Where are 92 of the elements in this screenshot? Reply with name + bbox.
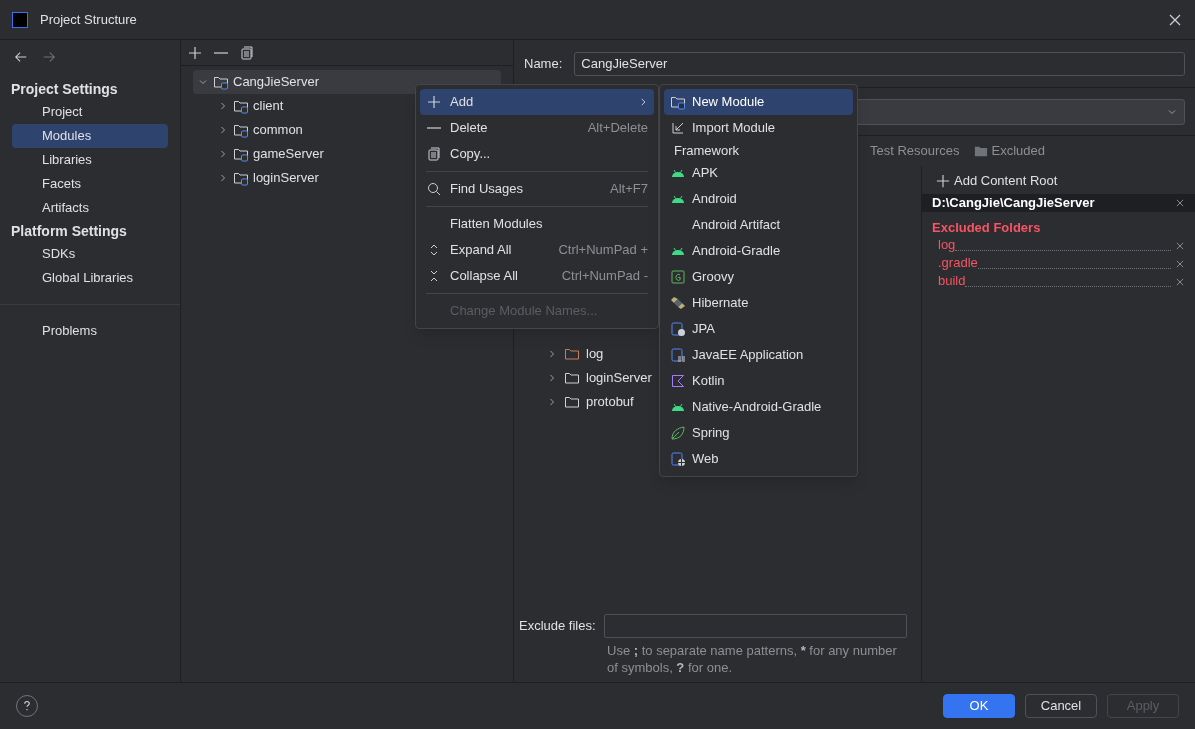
folder-icon xyxy=(233,98,249,114)
menu-item[interactable]: Android Artifact xyxy=(664,212,853,238)
javaee-icon xyxy=(670,347,686,363)
menu-item[interactable]: JavaEE Application xyxy=(664,342,853,368)
leaf-icon xyxy=(670,425,686,441)
section-heading: Project Settings xyxy=(11,80,119,99)
tree-label: loginServer xyxy=(253,169,319,188)
tree-label: client xyxy=(253,97,284,116)
menu-item[interactable]: Kotlin xyxy=(664,368,853,394)
menu-item[interactable]: Copy... xyxy=(420,141,654,167)
menu-item[interactable]: APK xyxy=(664,160,853,186)
web-icon xyxy=(670,451,686,467)
menu-item[interactable]: New Module xyxy=(664,89,853,115)
menu-item[interactable]: Spring xyxy=(664,420,853,446)
folder-icon xyxy=(233,170,249,186)
folder-icon xyxy=(564,370,580,386)
minus-icon xyxy=(427,127,441,129)
plus-icon xyxy=(936,174,950,188)
menu-item[interactable]: Hibernate xyxy=(664,290,853,316)
add-content-root-button[interactable]: Add Content Root xyxy=(922,172,1195,190)
menu-item[interactable]: Expand All Ctrl+NumPad + xyxy=(420,237,654,263)
tree-row[interactable]: protobuf xyxy=(546,390,634,414)
menu-item[interactable]: Flatten Modules xyxy=(420,211,654,237)
sidebar-item[interactable]: Project xyxy=(12,100,168,124)
ok-button[interactable]: OK xyxy=(943,694,1015,718)
excluded-folder: .gradle xyxy=(938,253,978,272)
menu-item[interactable]: Native-Android-Gradle xyxy=(664,394,853,420)
field-label: Name: xyxy=(524,54,563,73)
tree-row[interactable]: loginServer xyxy=(546,366,652,390)
section-heading: Platform Settings xyxy=(11,222,128,241)
tree-label: protobuf xyxy=(586,393,634,412)
plus-icon xyxy=(426,94,442,110)
folder-icon xyxy=(564,346,580,362)
folder-icon xyxy=(973,144,988,158)
search-icon xyxy=(426,181,442,197)
tree-label: loginServer xyxy=(586,369,652,388)
menu-item[interactable]: JPA xyxy=(664,316,853,342)
plus-icon[interactable] xyxy=(187,44,203,61)
hibernate-icon xyxy=(670,295,686,311)
field-label: Exclude files: xyxy=(519,617,596,636)
tree-label: CangJieServer xyxy=(233,73,319,92)
excluded-folder: log xyxy=(938,235,956,254)
remove-icon[interactable] xyxy=(1175,277,1185,287)
jpa-icon xyxy=(670,321,686,337)
sidebar-item[interactable]: Artifacts xyxy=(12,196,168,220)
kotlin-icon xyxy=(670,373,686,389)
sidebar-item[interactable]: Modules xyxy=(12,124,168,148)
folder-icon xyxy=(233,146,249,162)
source-tab[interactable]: Excluded xyxy=(973,141,1045,161)
back-arrow-icon xyxy=(14,50,28,64)
name-field[interactable]: CangJieServer xyxy=(574,51,1185,76)
exclude-files-field[interactable] xyxy=(603,614,907,638)
remove-icon[interactable] xyxy=(1175,241,1185,251)
menu-item[interactable]: Import Module xyxy=(664,115,853,141)
folder-icon xyxy=(670,94,686,110)
tree-label: log xyxy=(586,345,604,364)
copy-icon xyxy=(426,146,442,162)
menu-item[interactable]: Find Usages Alt+F7 xyxy=(420,176,654,202)
dialog-button[interactable]: Cancel xyxy=(1025,694,1097,718)
menu-item[interactable]: Groovy xyxy=(664,264,853,290)
menu-item[interactable]: Delete Alt+Delete xyxy=(420,115,654,141)
copy-icon[interactable] xyxy=(239,44,255,61)
source-tab[interactable]: Test Resources xyxy=(869,141,960,161)
menu-heading: Framework xyxy=(673,142,740,160)
groovy-icon xyxy=(670,269,686,285)
app-logo xyxy=(12,11,28,28)
sidebar-item[interactable]: Facets xyxy=(12,172,168,196)
folder-icon xyxy=(233,122,249,138)
minus-icon[interactable] xyxy=(214,51,228,54)
menu-item[interactable]: Android-Gradle xyxy=(664,238,853,264)
close-icon[interactable] xyxy=(1175,198,1185,208)
tree-label: gameServer xyxy=(253,145,324,164)
sidebar-item[interactable]: SDKs xyxy=(12,242,168,266)
sidebar-item[interactable]: Global Libraries xyxy=(12,266,168,290)
sidebar-item[interactable]: Problems xyxy=(12,319,168,343)
menu-item[interactable]: Add xyxy=(420,89,654,115)
menu-item[interactable]: Web xyxy=(664,446,853,472)
import-icon xyxy=(670,120,686,136)
menu-item[interactable]: Collapse All Ctrl+NumPad - xyxy=(420,263,654,289)
menu-item[interactable]: Android xyxy=(664,186,853,212)
tree-row[interactable]: log xyxy=(546,342,604,366)
sidebar-item[interactable]: Libraries xyxy=(12,148,168,172)
window-title: Project Structure xyxy=(40,10,137,29)
section-heading: Excluded Folders xyxy=(931,219,1042,236)
forward-arrow-icon xyxy=(42,50,56,64)
tree-label: common xyxy=(253,121,303,140)
hint-text: Use ; to separate name patterns, * for any number of symbols, ? for one. xyxy=(607,642,898,676)
remove-icon[interactable] xyxy=(1175,259,1185,269)
folder-icon xyxy=(564,394,580,410)
excluded-folder: build xyxy=(938,271,966,290)
content-root-path: D:\CangJie\CangJieServer xyxy=(932,194,1095,213)
folder-icon xyxy=(213,74,229,90)
